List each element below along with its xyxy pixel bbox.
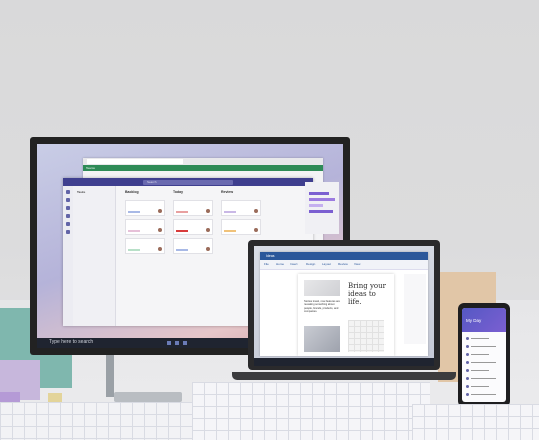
browser-tabbar (83, 158, 323, 165)
activity-icon[interactable] (66, 190, 70, 194)
phone-list-item[interactable] (466, 368, 502, 373)
phone-list-item[interactable] (466, 392, 502, 397)
item-text-line (471, 338, 489, 339)
browser-app-bar: Teams (83, 165, 323, 171)
phone-list-item[interactable] (466, 360, 502, 365)
browser-app-bar-label: Teams (86, 166, 95, 170)
page-image (304, 280, 340, 296)
task-card[interactable] (173, 219, 213, 235)
word-side-pane (404, 274, 426, 344)
phone-screen: My Day (462, 308, 506, 402)
tile-stand (192, 382, 430, 440)
phone-list-item[interactable] (466, 336, 502, 341)
document-page[interactable]: Stories travel, now features are reveali… (298, 274, 394, 356)
ribbon-tab[interactable]: View (354, 262, 360, 266)
side-report-panel (305, 182, 339, 234)
item-text-line (471, 346, 496, 347)
taskbar-search[interactable]: Type here to search (49, 339, 93, 345)
item-text-line (471, 386, 489, 387)
document-title: Ideas (266, 254, 275, 258)
document-headline: Bring your ideas to life. (348, 282, 386, 306)
phone-list-item[interactable] (466, 376, 502, 381)
search-placeholder: Search (147, 179, 157, 184)
browser-tab[interactable] (119, 159, 151, 164)
checkbox-icon[interactable] (466, 385, 469, 388)
word-window[interactable]: Ideas File Home Insert Design Layout Rev… (260, 252, 428, 356)
teams-topbar: Search (63, 178, 313, 186)
browser-tab[interactable] (151, 159, 183, 164)
tasks-icon[interactable] (66, 230, 70, 234)
column-title: Backlog (125, 190, 139, 194)
taskbar-app-icon[interactable] (183, 341, 187, 345)
ribbon-tab[interactable]: Layout (322, 262, 331, 266)
report-bar (309, 210, 333, 213)
ribbon-tab[interactable]: Home (276, 262, 284, 266)
calendar-icon[interactable] (66, 214, 70, 218)
item-text-line (471, 378, 496, 379)
item-text-line (471, 354, 489, 355)
document-body-text: Stories travel, now features are reveali… (304, 300, 340, 313)
tile-stand (412, 404, 539, 440)
taskbar-app-icon[interactable] (175, 341, 179, 345)
teams-icon[interactable] (66, 206, 70, 210)
phone-app-title: My Day (466, 318, 482, 323)
checkbox-icon[interactable] (466, 353, 469, 356)
task-card[interactable] (221, 200, 261, 216)
checkbox-icon[interactable] (466, 369, 469, 372)
files-icon[interactable] (66, 222, 70, 226)
checkbox-icon[interactable] (466, 361, 469, 364)
phone-list-item[interactable] (466, 344, 502, 349)
report-bar (309, 198, 335, 201)
app-title: Tasks (77, 190, 86, 194)
ribbon-tab[interactable]: File (264, 262, 269, 266)
task-card[interactable] (125, 219, 165, 235)
search-input[interactable]: Search (143, 179, 233, 185)
report-bar (309, 204, 323, 207)
laptop-base (232, 372, 456, 380)
item-text-line (471, 394, 496, 395)
monitor-arm (106, 352, 114, 397)
ribbon-tab[interactable]: Design (306, 262, 315, 266)
laptop-screen: Ideas File Home Insert Design Layout Rev… (254, 246, 434, 366)
phone-app-header: My Day (462, 308, 506, 332)
task-card[interactable] (125, 238, 165, 254)
taskbar-app-icon[interactable] (167, 341, 171, 345)
column-title: Today (173, 190, 184, 194)
ribbon-tab[interactable]: Insert (290, 262, 298, 266)
checkbox-icon[interactable] (466, 337, 469, 340)
phone-list-item[interactable] (466, 352, 502, 357)
app-rail (63, 186, 73, 326)
task-card[interactable] (173, 238, 213, 254)
page-image (304, 326, 340, 352)
column-title: Review (221, 190, 234, 194)
chat-icon[interactable] (66, 198, 70, 202)
page-image (348, 320, 384, 352)
item-text-line (471, 362, 496, 363)
checkbox-icon[interactable] (466, 345, 469, 348)
task-card[interactable] (173, 200, 213, 216)
report-bar (309, 192, 329, 195)
word-titlebar: Ideas (260, 252, 428, 260)
ribbon-tab[interactable]: Review (338, 262, 348, 266)
phone-list-item[interactable] (466, 384, 502, 389)
tile-stand (0, 402, 200, 440)
monitor-base (114, 392, 182, 402)
teams-sidebar: Tasks (73, 186, 116, 326)
task-card[interactable] (221, 219, 261, 235)
laptop-taskbar (254, 358, 434, 366)
task-card[interactable] (125, 200, 165, 216)
checkbox-icon[interactable] (466, 393, 469, 396)
item-text-line (471, 370, 489, 371)
browser-tab[interactable] (87, 159, 119, 164)
checkbox-icon[interactable] (466, 377, 469, 380)
word-ribbon: File Home Insert Design Layout Review Vi… (260, 260, 428, 270)
